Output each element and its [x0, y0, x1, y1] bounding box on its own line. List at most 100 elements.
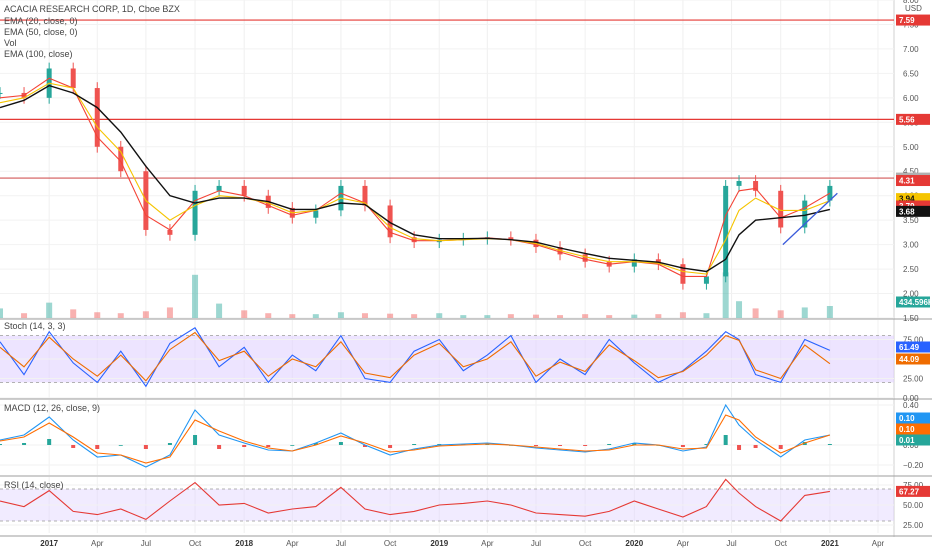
legend-rsi: RSI (14, close) [4, 480, 64, 490]
candle-body [736, 181, 742, 186]
x-tick-label: Jul [531, 539, 541, 548]
volume-bar [289, 314, 296, 318]
currency-label: USD [905, 4, 922, 13]
candle-body [753, 181, 759, 191]
volume-bar [166, 307, 173, 318]
y-tick-label: 1.50 [903, 314, 919, 323]
macd-histogram-bar [723, 435, 728, 445]
macd-histogram-bar [242, 445, 247, 447]
macd-histogram-bar [737, 445, 742, 450]
macd-histogram-bar [71, 445, 76, 448]
x-tick-label: 2021 [821, 539, 839, 548]
price-tag: 5.56 [899, 115, 915, 124]
x-tick-label: Apr [481, 539, 494, 548]
volume-bar [777, 310, 784, 318]
y-tick-label: 3.00 [903, 241, 919, 250]
price-tag: 3.68 [899, 207, 915, 216]
y-tick-label: 3.50 [903, 216, 919, 225]
symbol-title: ACACIA RESEARCH CORP, 1D, Cboe BZX [4, 4, 180, 14]
macd-histogram-bar [680, 445, 685, 447]
volume-bar [117, 313, 124, 318]
x-tick-label: 2019 [430, 539, 448, 548]
x-tick-label: Jul [726, 539, 736, 548]
candle-body [582, 254, 588, 262]
stoch-k-tag: 61.49 [899, 343, 920, 352]
volume-bar [736, 301, 743, 318]
x-tick-label: 2020 [625, 539, 643, 548]
candle-body [94, 88, 100, 147]
candle-body [723, 185, 729, 277]
y-tick-label: 7.00 [903, 45, 919, 54]
x-tick-label: Oct [189, 539, 202, 548]
x-tick-label: Jul [336, 539, 346, 548]
macd-histogram-bar [388, 445, 393, 448]
trading-chart[interactable]: 1.502.002.503.003.504.004.505.005.506.00… [0, 0, 932, 550]
volume-bar [655, 314, 662, 318]
volume-bar [557, 315, 564, 318]
volume-bar [70, 309, 77, 318]
volume-bar [826, 306, 833, 318]
y-tick-label: 6.50 [903, 69, 919, 78]
volume-bar [606, 315, 613, 318]
macd-histogram-bar [118, 445, 123, 446]
volume-bar [631, 314, 638, 318]
macd-histogram-bar [217, 445, 222, 449]
volume-bar [241, 310, 248, 318]
macd-histogram-bar [753, 445, 758, 448]
volume-bar [21, 313, 28, 318]
macd-histogram-bar [778, 445, 783, 449]
macd-histogram-bar [558, 445, 563, 446]
price-tag: 4.31 [899, 177, 915, 186]
canvas-bg [0, 0, 932, 550]
macd-histogram-bar [607, 444, 612, 445]
macd-tag: 0.10 [899, 414, 915, 423]
volume-bar [192, 274, 199, 318]
volume-bar [801, 307, 808, 318]
candle-body [70, 68, 76, 89]
y-tick-label: 25.00 [903, 375, 924, 384]
macd-histogram-bar [143, 445, 148, 449]
x-tick-label: Apr [286, 539, 299, 548]
y-tick-label: 25.00 [903, 521, 924, 530]
x-tick-label: Oct [774, 539, 787, 548]
x-tick-label: Apr [91, 539, 104, 548]
candle-body [192, 190, 198, 235]
macd-histogram-bar [583, 445, 588, 446]
volume-bar [0, 308, 3, 318]
legend-ema50: EMA (50, close, 0) [4, 27, 78, 37]
macd-histogram-bar [167, 443, 172, 445]
x-tick-label: Apr [872, 539, 885, 548]
macd-histogram-bar [338, 442, 343, 445]
macd-histogram-bar [266, 445, 271, 447]
volume-bar [216, 303, 223, 318]
y-tick-label: 50.00 [903, 501, 924, 510]
x-tick-label: 2018 [235, 539, 253, 548]
y-tick-label: 0.40 [903, 401, 919, 410]
x-tick-label: Oct [384, 539, 397, 548]
macd-histogram-bar [193, 435, 198, 445]
macd-histogram-bar [827, 444, 832, 445]
candle-body [703, 276, 709, 284]
volume-bar [142, 311, 149, 318]
y-tick-label: 5.00 [903, 143, 919, 152]
legend-ema100: EMA (100, close) [4, 49, 73, 59]
y-tick-label: 6.00 [903, 94, 919, 103]
macd-histogram-bar [290, 445, 295, 446]
x-tick-label: Jul [141, 539, 151, 548]
legend-ema20: EMA (20, close, 0) [4, 16, 78, 26]
x-tick-label: 2017 [40, 539, 58, 548]
volume-bar [436, 313, 443, 318]
volume-bar [582, 314, 589, 318]
stoch-d-tag: 44.09 [899, 355, 920, 364]
macd-histogram-bar [412, 444, 417, 445]
volume-bar [411, 314, 418, 318]
volume-bar [484, 315, 491, 318]
macd-histogram-bar [95, 445, 100, 449]
macd-histogram-bar [533, 445, 538, 446]
candle-body [216, 185, 222, 191]
volume-bar [94, 312, 101, 318]
macd-histogram-bar [22, 443, 27, 445]
candle-body [167, 229, 173, 235]
volume-bar [703, 313, 710, 318]
volume-bar [752, 308, 759, 318]
